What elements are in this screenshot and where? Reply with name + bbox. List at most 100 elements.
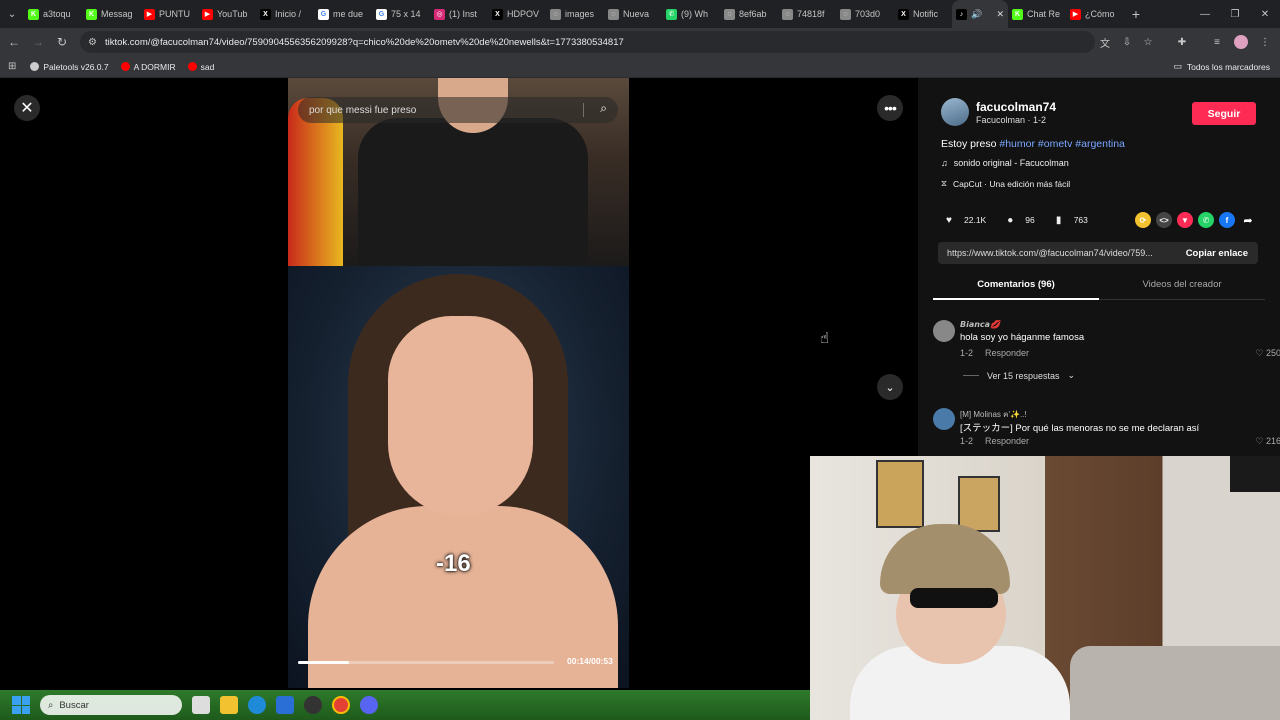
tab-title: images: [565, 9, 595, 19]
view-replies-button[interactable]: Ver 15 respuestas ⌄: [963, 370, 1075, 381]
translate-icon[interactable]: 文: [1096, 33, 1114, 51]
browser-tab[interactable]: ◎ (1) Inst: [430, 3, 488, 25]
browser-tab-active[interactable]: ♪ 🔊 ✕: [952, 0, 1008, 28]
more-options-icon[interactable]: •••: [877, 95, 903, 121]
tab-creator-videos[interactable]: Videos del creador: [1099, 276, 1265, 299]
commenter-name[interactable]: 𝘽𝙞𝙖𝙣𝙘𝙖💋: [960, 320, 1000, 329]
video-time-readout: 00:14/00:53: [567, 656, 613, 666]
browser-tab[interactable]: ◌ Nueva: [604, 3, 662, 25]
taskbar-search-box[interactable]: ⌕ Buscar: [40, 695, 182, 715]
discord-icon[interactable]: [360, 696, 378, 714]
comment-like-button[interactable]: ♡ 216: [1255, 436, 1280, 447]
browser-tab[interactable]: K Messag: [82, 3, 140, 25]
browser-tab[interactable]: ▶ PUNTU: [140, 3, 198, 25]
whatsapp-icon[interactable]: ✆: [1198, 212, 1214, 228]
tab-comments[interactable]: Comentarios (96): [933, 276, 1099, 300]
embed-code-icon[interactable]: <>: [1156, 212, 1172, 228]
all-bookmarks-button[interactable]: ▭ Todos los marcadores: [1173, 61, 1270, 72]
browser-tab[interactable]: ▶ YouTub: [198, 3, 256, 25]
sound-link[interactable]: ♫ sonido original - Facucolman: [941, 158, 1069, 168]
browser-tab[interactable]: ◌ 8ef6ab: [720, 3, 778, 25]
commenter-avatar[interactable]: [933, 320, 955, 342]
close-window-icon[interactable]: ✕: [1250, 0, 1280, 28]
apps-grid-icon[interactable]: ⊞: [8, 61, 16, 72]
forward-icon[interactable]: →: [26, 30, 50, 54]
all-bookmarks-label: Todos los marcadores: [1186, 61, 1270, 72]
browser-tab[interactable]: K Chat Re: [1008, 3, 1066, 25]
taskbar-search-placeholder: Buscar: [59, 699, 89, 711]
capcut-label: CapCut · Una edición más fácil: [952, 178, 1071, 189]
site-info-icon[interactable]: ⚙: [88, 37, 97, 48]
tab-search-icon[interactable]: ⌄: [0, 0, 24, 28]
app-icon[interactable]: [304, 696, 322, 714]
streamer-sunglasses: [910, 588, 998, 608]
install-app-icon[interactable]: ⇩: [1118, 33, 1136, 51]
store-icon[interactable]: [276, 696, 294, 714]
save-button[interactable]: ▮ 763: [1051, 212, 1088, 228]
tab-title: 74818f: [797, 9, 825, 19]
back-icon[interactable]: ←: [2, 30, 26, 54]
video-search-bar[interactable]: por que messi fue preso ⌕: [298, 97, 618, 123]
restore-icon[interactable]: ❐: [1220, 0, 1250, 28]
close-tab-icon[interactable]: ✕: [996, 9, 1004, 20]
reading-list-icon[interactable]: ≡: [1208, 33, 1226, 51]
audio-playing-icon[interactable]: 🔊: [971, 9, 982, 20]
task-view-icon[interactable]: [192, 696, 210, 714]
edge-icon[interactable]: [248, 696, 266, 714]
close-icon[interactable]: ✕: [14, 95, 40, 121]
creator-username[interactable]: facucolman74: [976, 100, 1056, 114]
follow-button[interactable]: Seguir: [1192, 102, 1256, 125]
copy-link-button[interactable]: Copiar enlace: [1186, 248, 1258, 259]
file-explorer-icon[interactable]: [220, 696, 238, 714]
hashtag-link[interactable]: #argentina: [1075, 138, 1125, 150]
comment-like-button[interactable]: ♡ 250: [1255, 348, 1280, 359]
share-arrow-icon[interactable]: ➦: [1240, 212, 1256, 228]
capcut-link[interactable]: ⧖ CapCut · Una edición más fácil: [941, 178, 1070, 189]
tab-title: (1) Inst: [449, 9, 478, 19]
description-text: Estoy preso: [941, 138, 997, 150]
tab-list: Ka3toqu K Messag ▶ PUNTU ▶ YouTub X Inicio / Gme …: [24, 0, 1124, 28]
repost-icon[interactable]: ⟳: [1135, 212, 1151, 228]
like-button[interactable]: ♥ 22.1K: [941, 212, 986, 228]
reply-button[interactable]: Responder: [985, 436, 1029, 446]
streamer-cap: [880, 524, 1010, 594]
comment-button[interactable]: ● 96: [1002, 212, 1035, 228]
bookmark-item[interactable]: Paletools v26.0.7: [30, 62, 109, 72]
menu-kebab-icon[interactable]: ⋮: [1256, 33, 1274, 51]
tab-title: (9) Wh: [681, 9, 708, 19]
bookmark-item[interactable]: sad: [187, 62, 214, 72]
address-bar[interactable]: ⚙ tiktok.com/@facucolman74/video/7590904…: [80, 31, 1095, 53]
browser-tab[interactable]: Gme due: [314, 3, 372, 25]
browser-tab[interactable]: ✆ (9) Wh: [662, 3, 720, 25]
like-count: 22.1K: [964, 215, 987, 225]
browser-tab[interactable]: X Inicio /: [256, 3, 314, 25]
minimize-icon[interactable]: —: [1190, 0, 1220, 28]
browser-tab[interactable]: G 75 x 14: [372, 3, 430, 25]
facebook-icon[interactable]: f: [1219, 212, 1235, 228]
search-icon[interactable]: ⌕: [600, 101, 607, 116]
hashtag-link[interactable]: #ometv: [1038, 138, 1072, 150]
bookmark-star-icon[interactable]: ☆: [1139, 33, 1157, 51]
bookmark-item[interactable]: A DORMIR: [120, 62, 176, 72]
browser-tab[interactable]: X Notific: [894, 3, 952, 25]
browser-tab[interactable]: ◌ 703d0: [836, 3, 894, 25]
chrome-icon[interactable]: [332, 696, 350, 714]
browser-tab[interactable]: ◌ 74818f: [778, 3, 836, 25]
creator-avatar[interactable]: [941, 98, 969, 126]
hashtag-link[interactable]: #humor: [999, 138, 1035, 150]
video-progress-bar[interactable]: [298, 661, 554, 664]
video-player[interactable]: [288, 78, 629, 688]
browser-tab[interactable]: ▶ ¿Cómo: [1066, 3, 1124, 25]
browser-tab[interactable]: Ka3toqu: [24, 3, 82, 25]
new-tab-button[interactable]: +: [1124, 6, 1148, 22]
browser-tab[interactable]: X HDPOV: [488, 3, 546, 25]
reload-icon[interactable]: ↻: [50, 30, 74, 54]
extensions-icon[interactable]: ✚: [1173, 33, 1191, 51]
commenter-avatar[interactable]: [933, 408, 955, 430]
windows-start-icon[interactable]: [12, 696, 30, 714]
profile-avatar[interactable]: [1232, 33, 1250, 51]
browser-tab[interactable]: ◌ images: [546, 3, 604, 25]
send-to-friends-icon[interactable]: ▼: [1177, 212, 1193, 228]
reply-button[interactable]: Responder: [985, 348, 1029, 358]
next-video-chevron-icon[interactable]: ⌄: [877, 374, 903, 400]
